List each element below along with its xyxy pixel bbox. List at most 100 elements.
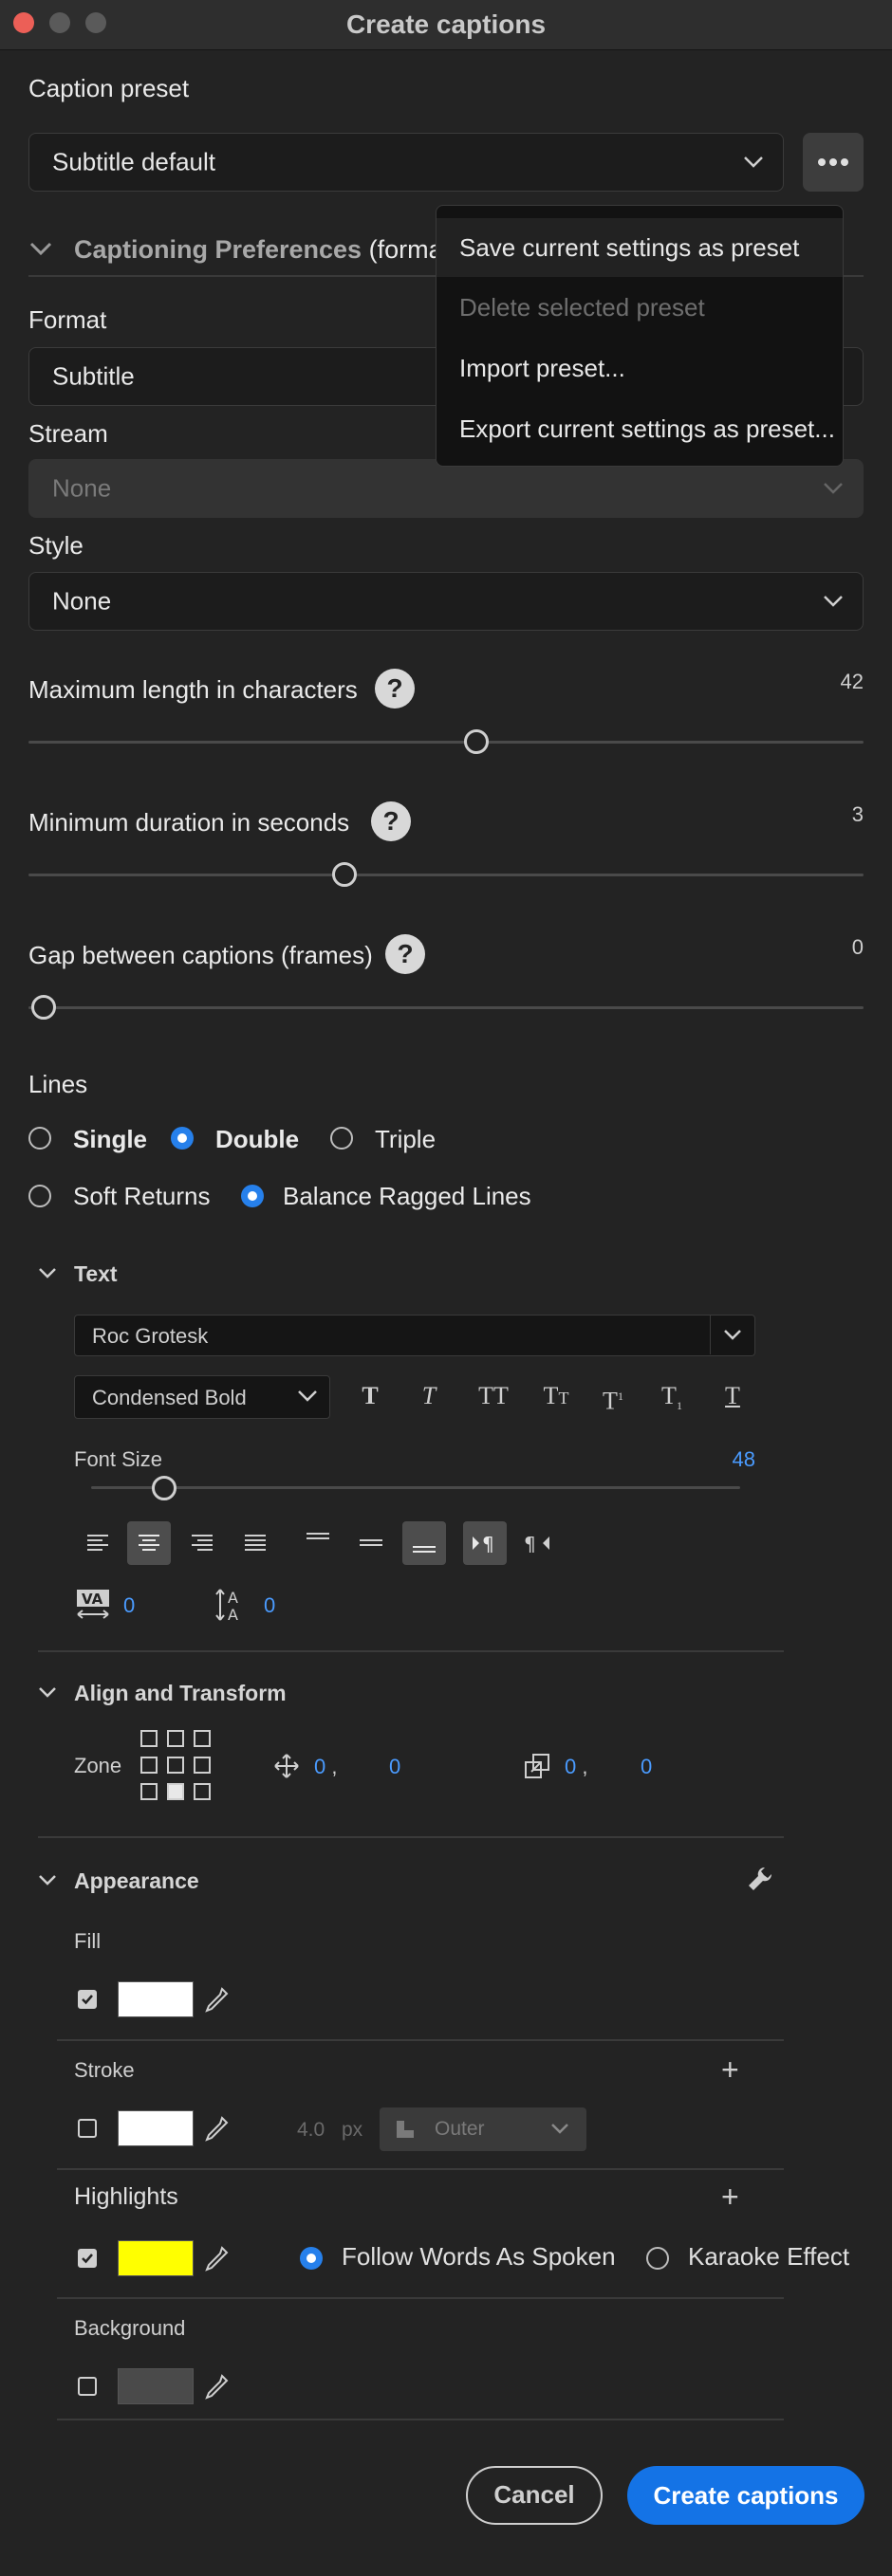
min-duration-slider-thumb[interactable]	[332, 862, 357, 887]
menu-item-import-preset[interactable]: Import preset...	[437, 339, 843, 397]
zone-cell[interactable]	[194, 1730, 211, 1747]
radio-balance-ragged-lines-label[interactable]: Balance Ragged Lines	[283, 1182, 531, 1211]
align-right-icon[interactable]	[180, 1521, 224, 1565]
style-value: None	[52, 586, 112, 616]
create-captions-button[interactable]: Create captions	[627, 2466, 864, 2525]
add-highlight-icon[interactable]: +	[721, 2180, 739, 2215]
zone-cell[interactable]	[167, 1757, 184, 1774]
eyedropper-icon[interactable]	[203, 1986, 230, 2015]
format-value: Subtitle	[52, 361, 135, 391]
highlights-checkbox[interactable]	[78, 2249, 97, 2268]
all-caps-icon[interactable]: TT	[467, 1375, 520, 1417]
font-size-value[interactable]: 48	[702, 1447, 755, 1472]
radio-single-label[interactable]: Single	[73, 1125, 147, 1154]
font-size-slider-track[interactable]	[91, 1486, 740, 1489]
radio-balance-ragged-lines[interactable]	[241, 1185, 264, 1207]
cancel-button[interactable]: Cancel	[466, 2466, 603, 2525]
radio-triple-label[interactable]: Triple	[375, 1125, 436, 1154]
highlights-color-swatch[interactable]	[118, 2240, 194, 2276]
subscript-icon[interactable]: T1	[651, 1375, 693, 1417]
small-caps-icon[interactable]: TT	[530, 1375, 583, 1417]
radio-soft-returns-label[interactable]: Soft Returns	[73, 1182, 211, 1211]
faux-italic-icon[interactable]: T	[408, 1375, 450, 1417]
font-style-dropdown[interactable]: Condensed Bold	[74, 1375, 330, 1419]
scale-x-value[interactable]: 0 ,	[565, 1755, 587, 1779]
font-family-dropdown[interactable]: Roc Grotesk	[74, 1315, 755, 1356]
zone-cell[interactable]	[167, 1730, 184, 1747]
menu-item-save-preset[interactable]: Save current settings as preset	[437, 218, 843, 277]
chevron-down-icon[interactable]	[38, 1686, 57, 1700]
stroke-checkbox[interactable]	[78, 2119, 97, 2138]
align-bottom-icon[interactable]	[402, 1521, 446, 1565]
font-size-slider-thumb[interactable]	[152, 1476, 177, 1500]
svg-text:A: A	[228, 1606, 238, 1624]
preset-menu: Save current settings as preset Delete s…	[436, 205, 844, 467]
position-x-value[interactable]: 0 ,	[314, 1755, 337, 1779]
zone-cell[interactable]	[140, 1757, 158, 1774]
preset-more-button[interactable]	[803, 133, 864, 192]
zone-cell[interactable]	[140, 1730, 158, 1747]
caption-preset-dropdown[interactable]: Subtitle default	[28, 133, 784, 192]
chevron-down-icon[interactable]	[28, 241, 53, 258]
caption-preset-label: Caption preset	[28, 74, 190, 102]
help-icon[interactable]: ?	[385, 934, 425, 974]
chevron-down-icon[interactable]	[38, 1874, 57, 1887]
align-middle-icon[interactable]	[349, 1521, 393, 1565]
radio-triple[interactable]	[330, 1127, 353, 1150]
superscript-icon[interactable]: T1	[592, 1375, 634, 1417]
text-direction-ltr-icon[interactable]: ¶	[463, 1521, 507, 1565]
background-label: Background	[74, 2316, 186, 2340]
gap-slider-thumb[interactable]	[31, 995, 56, 1020]
zone-grid[interactable]	[140, 1730, 213, 1802]
radio-follow-words-label[interactable]: Follow Words As Spoken	[342, 2242, 616, 2272]
align-transform-section-header[interactable]: Align and Transform	[74, 1681, 287, 1706]
eyedropper-icon[interactable]	[203, 2245, 230, 2273]
font-family-chevron[interactable]	[710, 1316, 754, 1354]
radio-karaoke-effect-label[interactable]: Karaoke Effect	[688, 2242, 849, 2272]
leading-value[interactable]: 0	[264, 1593, 275, 1618]
chevron-down-icon[interactable]	[38, 1267, 57, 1280]
text-section-header[interactable]: Text	[74, 1261, 118, 1287]
faux-bold-icon[interactable]: T	[349, 1375, 391, 1417]
zone-cell[interactable]	[194, 1757, 211, 1774]
help-icon[interactable]: ?	[375, 669, 415, 708]
wrench-icon[interactable]	[746, 1865, 774, 1893]
zone-cell[interactable]	[194, 1783, 211, 1800]
radio-double-label[interactable]: Double	[215, 1125, 299, 1154]
scale-y-value[interactable]: 0	[641, 1755, 652, 1779]
menu-item-export-preset[interactable]: Export current settings as preset...	[437, 399, 843, 458]
fill-checkbox[interactable]	[78, 1990, 97, 2009]
svg-text:VA: VA	[82, 1591, 103, 1608]
align-left-icon[interactable]	[76, 1521, 120, 1565]
stroke-color-swatch[interactable]	[118, 2110, 194, 2146]
style-dropdown[interactable]: None	[28, 572, 864, 631]
background-color-swatch[interactable]	[118, 2368, 194, 2404]
min-duration-value: 3	[851, 802, 864, 826]
text-direction-rtl-icon[interactable]: ¶	[516, 1521, 560, 1565]
radio-single[interactable]	[28, 1127, 51, 1150]
radio-double[interactable]	[171, 1127, 194, 1150]
fill-color-swatch[interactable]	[118, 1981, 194, 2017]
radio-karaoke-effect[interactable]	[646, 2247, 669, 2270]
eyedropper-icon[interactable]	[203, 2115, 230, 2144]
radio-follow-words[interactable]	[300, 2247, 323, 2270]
align-top-icon[interactable]	[296, 1521, 340, 1565]
gap-slider-track[interactable]	[28, 1006, 864, 1009]
eyedropper-icon[interactable]	[203, 2373, 230, 2401]
tracking-value[interactable]: 0	[123, 1593, 135, 1618]
min-duration-slider-track[interactable]	[28, 874, 864, 876]
justify-icon[interactable]	[233, 1521, 277, 1565]
zone-cell[interactable]	[140, 1783, 158, 1800]
appearance-section-header[interactable]: Appearance	[74, 1868, 199, 1894]
add-stroke-icon[interactable]: +	[721, 2052, 739, 2088]
underline-icon[interactable]: T	[712, 1375, 753, 1417]
align-center-icon[interactable]	[127, 1521, 171, 1565]
max-length-slider-track[interactable]	[28, 741, 864, 744]
position-y-value[interactable]: 0	[389, 1755, 400, 1779]
background-checkbox[interactable]	[78, 2377, 97, 2396]
help-icon[interactable]: ?	[371, 801, 411, 841]
zone-cell-selected[interactable]	[167, 1783, 184, 1800]
radio-soft-returns[interactable]	[28, 1185, 51, 1207]
captioning-preferences-header[interactable]: Captioning Preferences (format,	[74, 235, 457, 265]
max-length-slider-thumb[interactable]	[464, 729, 489, 754]
